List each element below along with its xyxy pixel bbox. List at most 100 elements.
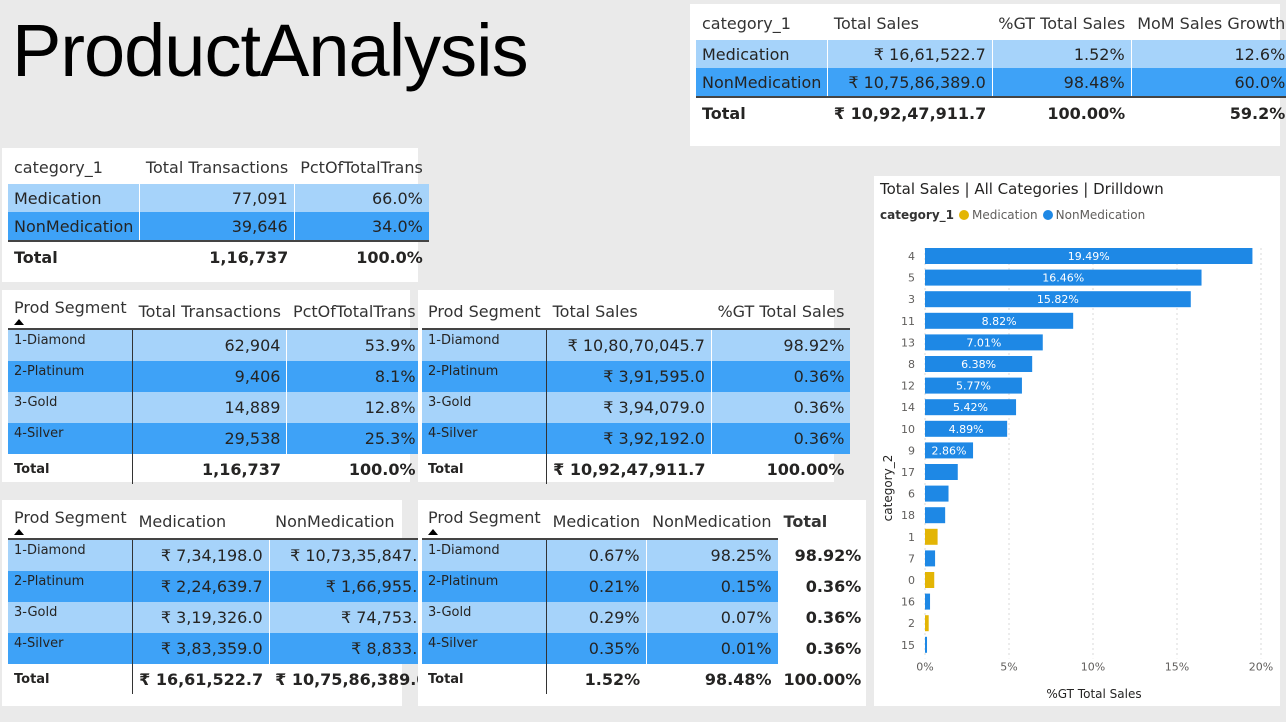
bar-15[interactable]: [925, 636, 928, 653]
sales-by-category-table[interactable]: category_1 Total Sales %GT Total Sales M…: [696, 6, 1286, 128]
header-cell[interactable]: NonMedication: [646, 504, 777, 538]
table-header: Prod Segment Medication NonMedication To…: [422, 504, 867, 538]
row-cell: ₹ 3,92,192.0: [546, 423, 712, 454]
row-cell: ₹ 3,83,359.0: [132, 633, 270, 664]
header-cell[interactable]: Total: [778, 504, 868, 538]
header-label: Prod Segment: [14, 297, 127, 317]
table-row[interactable]: NonMedication ₹ 10,75,86,389.0 98.48% 60…: [696, 68, 1286, 96]
header-cell[interactable]: Total Transactions: [140, 150, 294, 184]
bar-17[interactable]: [925, 464, 958, 480]
row-cell: ₹ 2,24,639.7: [132, 571, 270, 602]
bar-18[interactable]: [925, 507, 946, 524]
table-row[interactable]: 2-Platinum 0.21% 0.15% 0.36%: [422, 571, 867, 602]
table-row[interactable]: 3-Gold ₹ 3,94,079.0 0.36%: [422, 392, 851, 423]
sort-ascending-icon[interactable]: [14, 528, 24, 535]
row-cell: 0.07%: [646, 602, 778, 633]
table-row[interactable]: 4-Silver 0.35% 0.01% 0.36%: [422, 633, 867, 664]
sort-ascending-icon[interactable]: [14, 318, 24, 325]
bar-1[interactable]: [925, 528, 938, 545]
header-cell[interactable]: PctOfTotalTrans: [294, 150, 429, 184]
header-cell[interactable]: Total Transactions: [133, 294, 287, 328]
x-axis-title: %GT Total Sales: [1046, 687, 1141, 701]
table-row[interactable]: Medication ₹ 16,61,522.7 1.52% 12.6%: [696, 40, 1286, 68]
y-tick-label: 9: [908, 444, 915, 457]
table-row[interactable]: 2-Platinum 9,406 8.1%: [8, 361, 422, 392]
row-cell: 0.21%: [546, 571, 647, 602]
header-cell[interactable]: Prod Segment: [422, 504, 547, 538]
table-row[interactable]: 3-Gold 14,889 12.8%: [8, 392, 422, 423]
y-tick-label: 18: [901, 509, 915, 522]
bar-data-label: 19.49%: [1068, 250, 1110, 263]
header-cell[interactable]: %GT Total Sales: [992, 6, 1131, 40]
header-cell[interactable]: Prod Segment: [8, 504, 133, 538]
row-cell: 14,889: [132, 392, 288, 423]
header-cell[interactable]: Prod Segment: [8, 294, 133, 328]
header-cell[interactable]: Medication: [547, 504, 647, 538]
bar-7[interactable]: [925, 550, 936, 567]
header-cell[interactable]: category_1: [696, 6, 828, 40]
header-cell[interactable]: MoM Sales Growth: [1131, 6, 1286, 40]
table-row[interactable]: 1-Diamond 62,904 53.9%: [8, 329, 422, 361]
transactions-by-category-panel: category_1 Total Transactions PctOfTotal…: [2, 148, 429, 282]
table-row[interactable]: 2-Platinum ₹ 3,91,595.0 0.36%: [422, 361, 851, 392]
header-cell[interactable]: Total Sales: [828, 6, 992, 40]
transactions-by-segment-table[interactable]: Prod Segment Total Transactions PctOfTot…: [8, 294, 422, 484]
page-title: ProductAnalysis: [12, 9, 529, 92]
segment-pct-matrix[interactable]: Prod Segment Medication NonMedication To…: [422, 504, 867, 694]
row-cell: 29,538: [132, 423, 288, 454]
segment-sales-matrix[interactable]: Prod Segment Medication NonMedication 1-…: [8, 504, 434, 694]
transactions-by-category-table[interactable]: category_1 Total Transactions PctOfTotal…: [8, 150, 429, 272]
table-row[interactable]: 1-Diamond ₹ 10,80,70,045.7 98.92%: [422, 329, 851, 361]
row-cell: 3-Gold: [8, 392, 134, 423]
table-row[interactable]: NonMedication 39,646 34.0%: [8, 212, 429, 240]
bar-data-label: 5.42%: [953, 401, 988, 414]
row-cell: Medication: [696, 40, 829, 68]
bar-2[interactable]: [925, 615, 929, 632]
header-cell[interactable]: category_1: [8, 150, 140, 184]
table-header: Prod Segment Total Transactions PctOfTot…: [8, 294, 422, 328]
header-cell[interactable]: %GT Total Sales: [711, 294, 850, 328]
total-row: Total ₹ 16,61,522.7 ₹ 10,75,86,389.0: [8, 664, 433, 694]
sort-ascending-icon[interactable]: [428, 528, 438, 535]
total-cell: Total: [702, 103, 746, 123]
table-row[interactable]: 4-Silver 29,538 25.3%: [8, 423, 422, 454]
row-cell: 60.0%: [1234, 72, 1286, 92]
bar-6[interactable]: [925, 485, 949, 502]
table-row[interactable]: Medication 77,091 66.0%: [8, 184, 429, 212]
total-cell: Total: [8, 664, 134, 694]
table-row[interactable]: 3-Gold 0.29% 0.07% 0.36%: [422, 602, 867, 633]
table-row[interactable]: 1-Diamond 0.67% 98.25% 98.92%: [422, 539, 867, 571]
row-cell: 62,904: [132, 329, 288, 361]
table-row[interactable]: 4-Silver ₹ 3,92,192.0 0.36%: [422, 423, 851, 454]
bar-0[interactable]: [925, 572, 935, 588]
chart-grid: [924, 248, 1262, 659]
header-cell[interactable]: Medication: [133, 504, 270, 538]
y-tick-labels: 4531113812141091761817016215: [901, 250, 915, 652]
header-cell[interactable]: NonMedication: [269, 504, 433, 538]
row-cell: 25.3%: [364, 429, 416, 448]
total-row: Total ₹ 10,92,47,911.7 100.00%: [422, 454, 850, 484]
row-cell: ₹ 7,34,198.0: [132, 539, 270, 571]
header-cell[interactable]: PctOfTotalTrans: [287, 294, 422, 328]
x-tick-label: 10%: [1081, 660, 1105, 673]
row-cell: 0.35%: [546, 633, 647, 664]
header-cell[interactable]: Total Sales: [547, 294, 712, 328]
bar-data-label: 5.77%: [956, 380, 991, 393]
row-cell: 1-Diamond: [422, 329, 548, 361]
table-row[interactable]: 1-Diamond ₹ 7,34,198.0 ₹ 10,73,35,847.6: [8, 539, 434, 571]
sales-by-segment-table[interactable]: Prod Segment Total Sales %GT Total Sales…: [422, 294, 851, 484]
table-row[interactable]: 3-Gold ₹ 3,19,326.0 ₹ 74,753.0: [8, 602, 434, 633]
row-total-cell: 0.36%: [805, 639, 862, 658]
total-cell: Total: [14, 247, 58, 267]
x-tick-label: 20%: [1249, 660, 1273, 673]
table-row[interactable]: 4-Silver ₹ 3,83,359.0 ₹ 8,833.0: [8, 633, 434, 664]
total-cell: 100.0%: [356, 247, 423, 267]
bar-data-label: 2.86%: [932, 444, 967, 457]
row-cell: 1.52%: [992, 40, 1132, 68]
bar-chart[interactable]: 19.49% 16.46% 15.82% 8.82% 7.01% 6.38% 5.77% 5.…: [874, 176, 1280, 706]
row-cell: 66.0%: [372, 188, 423, 208]
bar-16[interactable]: [925, 593, 931, 610]
header-cell[interactable]: Prod Segment: [422, 294, 547, 328]
table-row[interactable]: 2-Platinum ₹ 2,24,639.7 ₹ 1,66,955.3: [8, 571, 434, 602]
row-cell: ₹ 8,833.0: [351, 639, 428, 658]
